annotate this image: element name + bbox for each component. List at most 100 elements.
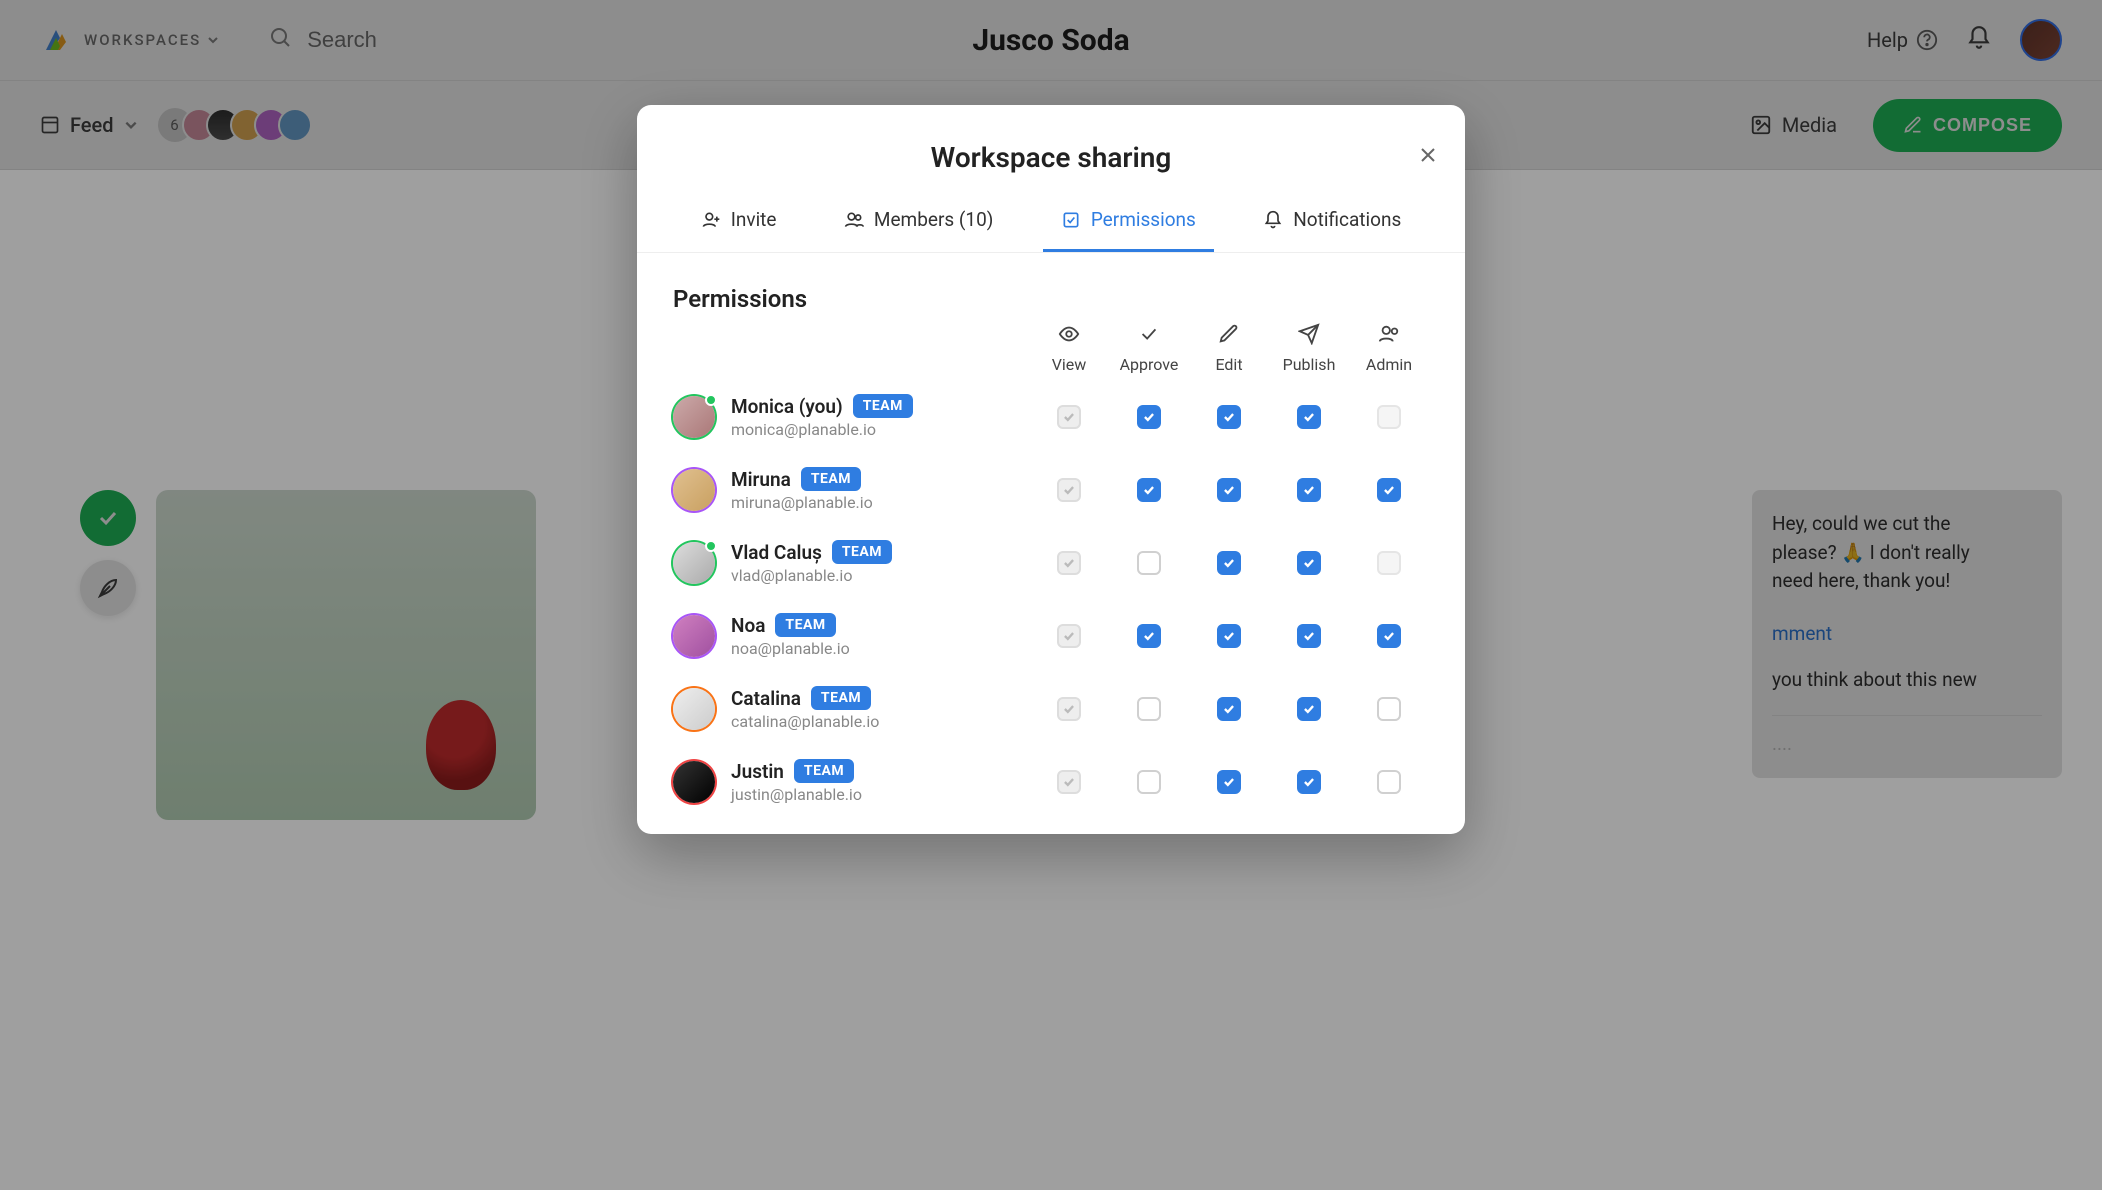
permission-checkbox[interactable]: [1217, 405, 1241, 429]
permission-checkbox[interactable]: [1217, 770, 1241, 794]
member-name: Catalina: [731, 687, 801, 710]
permission-checkbox[interactable]: [1297, 770, 1321, 794]
permission-checkbox: [1377, 405, 1401, 429]
modal-header: Workspace sharing: [637, 105, 1465, 194]
tab-permissions-label: Permissions: [1091, 208, 1196, 231]
member-avatar[interactable]: [673, 396, 715, 438]
col-publish: Publish: [1269, 323, 1349, 374]
permission-checkbox[interactable]: [1137, 697, 1161, 721]
member-avatar[interactable]: [673, 688, 715, 730]
member-avatar[interactable]: [673, 542, 715, 584]
member-info: Noa TEAM noa@planable.io: [673, 613, 1029, 658]
permission-checkbox: [1057, 697, 1081, 721]
tab-invite-label: Invite: [731, 208, 777, 231]
member-row: Noa TEAM noa@planable.io: [637, 599, 1465, 672]
permission-checkbox[interactable]: [1217, 551, 1241, 575]
permissions-header: View Approve Edit Publish Admin: [637, 323, 1465, 380]
permission-checkbox: [1377, 551, 1401, 575]
check-icon: [1138, 323, 1160, 349]
tab-members-label: Members (10): [874, 208, 994, 231]
team-badge: TEAM: [853, 394, 913, 418]
permission-checkbox: [1057, 405, 1081, 429]
tab-permissions[interactable]: Permissions: [1043, 194, 1214, 252]
member-info: Catalina TEAM catalina@planable.io: [673, 686, 1029, 731]
eye-icon: [1058, 323, 1080, 349]
permissions-icon: [1061, 210, 1081, 230]
member-avatar[interactable]: [673, 469, 715, 511]
member-row: Catalina TEAM catalina@planable.io: [637, 672, 1465, 745]
member-name: Justin: [731, 760, 784, 783]
member-info: Miruna TEAM miruna@planable.io: [673, 467, 1029, 512]
member-email: noa@planable.io: [731, 639, 850, 658]
tab-invite[interactable]: Invite: [683, 194, 795, 252]
pencil-icon: [1218, 323, 1240, 349]
member-row: Miruna TEAM miruna@planable.io: [637, 453, 1465, 526]
tab-members[interactable]: Members (10): [826, 194, 1012, 252]
permission-checkbox[interactable]: [1297, 405, 1321, 429]
member-info: Monica (you) TEAM monica@planable.io: [673, 394, 1029, 439]
modal-title: Workspace sharing: [667, 141, 1435, 174]
permission-checkbox[interactable]: [1377, 697, 1401, 721]
permission-checkbox[interactable]: [1217, 624, 1241, 648]
permission-checkbox[interactable]: [1137, 770, 1161, 794]
col-view: View: [1029, 323, 1109, 374]
permission-checkbox[interactable]: [1217, 478, 1241, 502]
permission-checkbox[interactable]: [1137, 478, 1161, 502]
close-button[interactable]: [1419, 145, 1437, 169]
col-approve: Approve: [1109, 323, 1189, 374]
member-row: Monica (you) TEAM monica@planable.io: [637, 380, 1465, 453]
team-badge: TEAM: [801, 467, 861, 491]
member-email: catalina@planable.io: [731, 712, 879, 731]
member-email: vlad@planable.io: [731, 566, 892, 585]
notifications-icon: [1263, 210, 1283, 230]
member-info: Vlad Caluș TEAM vlad@planable.io: [673, 540, 1029, 585]
member-email: miruna@planable.io: [731, 493, 873, 512]
permission-checkbox[interactable]: [1137, 405, 1161, 429]
permission-checkbox[interactable]: [1377, 770, 1401, 794]
col-admin: Admin: [1349, 323, 1429, 374]
member-name: Miruna: [731, 468, 791, 491]
online-indicator: [705, 394, 717, 406]
member-info: Justin TEAM justin@planable.io: [673, 759, 1029, 804]
close-icon: [1419, 146, 1437, 164]
permission-checkbox[interactable]: [1377, 624, 1401, 648]
members-list: Monica (you) TEAM monica@planable.io Mir…: [637, 380, 1465, 818]
permission-checkbox[interactable]: [1217, 697, 1241, 721]
permission-checkbox: [1057, 770, 1081, 794]
permission-checkbox[interactable]: [1137, 624, 1161, 648]
permission-checkbox[interactable]: [1297, 478, 1321, 502]
member-row: Vlad Caluș TEAM vlad@planable.io: [637, 526, 1465, 599]
permission-checkbox: [1057, 624, 1081, 648]
member-email: justin@planable.io: [731, 785, 862, 804]
invite-icon: [701, 210, 721, 230]
send-icon: [1298, 323, 1320, 349]
section-title: Permissions: [637, 253, 1465, 323]
workspace-sharing-modal: Workspace sharing Invite Members (10): [637, 105, 1465, 834]
admin-icon: [1378, 323, 1400, 349]
permission-checkbox: [1057, 478, 1081, 502]
permission-checkbox[interactable]: [1377, 478, 1401, 502]
team-badge: TEAM: [794, 759, 854, 783]
permission-checkbox[interactable]: [1137, 551, 1161, 575]
permission-checkbox[interactable]: [1297, 624, 1321, 648]
modal-overlay[interactable]: Workspace sharing Invite Members (10): [0, 0, 2102, 1190]
col-edit: Edit: [1189, 323, 1269, 374]
permission-checkbox: [1057, 551, 1081, 575]
member-name: Noa: [731, 614, 765, 637]
team-badge: TEAM: [811, 686, 871, 710]
tab-notifications-label: Notifications: [1293, 208, 1401, 231]
member-avatar[interactable]: [673, 761, 715, 803]
permission-checkbox[interactable]: [1297, 697, 1321, 721]
member-avatar[interactable]: [673, 615, 715, 657]
member-email: monica@planable.io: [731, 420, 913, 439]
modal-tabs: Invite Members (10) Permissions Notifica…: [637, 194, 1465, 253]
member-name: Vlad Caluș: [731, 541, 822, 564]
members-icon: [844, 210, 864, 230]
member-row: Justin TEAM justin@planable.io: [637, 745, 1465, 818]
team-badge: TEAM: [775, 613, 835, 637]
tab-notifications[interactable]: Notifications: [1245, 194, 1419, 252]
permission-checkbox[interactable]: [1297, 551, 1321, 575]
team-badge: TEAM: [832, 540, 892, 564]
online-indicator: [705, 540, 717, 552]
member-name: Monica (you): [731, 395, 843, 418]
